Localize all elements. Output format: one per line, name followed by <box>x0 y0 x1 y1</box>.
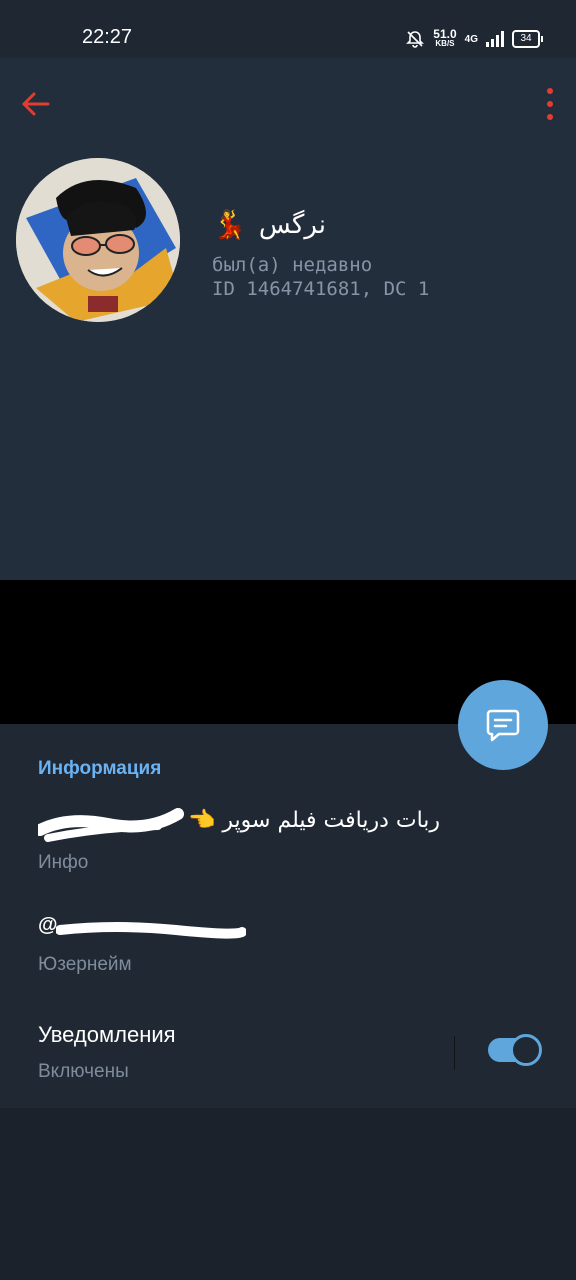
profile-header: 💃 نرگس был(а) недавно ID 1464741681, DC … <box>0 58 576 580</box>
user-id: ID 1464741681, DC 1 <box>212 278 430 300</box>
redaction-scribble <box>38 808 184 842</box>
username-redaction-scribble <box>56 922 246 939</box>
back-arrow-icon[interactable] <box>18 86 54 122</box>
bio-text: ربات دریافت فیلم سوپر 👈 <box>188 808 440 833</box>
bio-label: Инфо <box>38 852 89 873</box>
speed-value: 51.0 <box>433 27 457 41</box>
avatar[interactable] <box>16 158 180 322</box>
username-row[interactable]: @ <box>38 914 258 944</box>
dancer-emoji-icon: 💃 <box>212 208 247 241</box>
battery-icon: 34 <box>512 30 543 48</box>
bell-muted-icon <box>406 31 425 48</box>
more-menu-icon[interactable] <box>544 88 556 120</box>
status-bar: 22:27 51.0 KB/S 4G 34 <box>0 0 576 58</box>
info-section: Информация ربات دریافت فیلم سوپر 👈 Инфо … <box>0 724 576 1108</box>
username-label: Юзернейм <box>38 954 132 975</box>
message-icon <box>486 709 520 742</box>
bio-row[interactable]: ربات دریافت فیلم سوپر 👈 <box>38 808 538 842</box>
status-icons: 51.0 KB/S 4G 34 <box>405 25 543 53</box>
pointing-hand-icon: 👈 <box>188 808 216 833</box>
last-seen-status: был(а) недавно <box>212 254 373 276</box>
notifications-toggle[interactable] <box>488 1034 542 1066</box>
bottom-area <box>0 1108 576 1280</box>
profile-name-row: 💃 نرگس <box>212 208 326 241</box>
notifications-status: Включены <box>38 1061 129 1082</box>
signal-icon <box>486 31 504 47</box>
toggle-knob <box>510 1034 542 1066</box>
info-section-title: Информация <box>38 758 162 779</box>
avatar-image <box>16 158 180 322</box>
notifications-title[interactable]: Уведомления <box>38 1022 176 1048</box>
network-speed: 51.0 KB/S <box>433 27 457 49</box>
message-button[interactable] <box>458 680 548 770</box>
speed-unit: KB/S <box>435 39 455 48</box>
divider <box>454 1036 455 1070</box>
network-type: 4G <box>464 33 478 45</box>
clock: 22:27 <box>82 26 133 48</box>
profile-name: نرگس <box>258 209 326 240</box>
bio-text-value: ربات دریافت فیلم سوپر <box>222 808 441 833</box>
username-prefix: @ <box>38 914 58 936</box>
